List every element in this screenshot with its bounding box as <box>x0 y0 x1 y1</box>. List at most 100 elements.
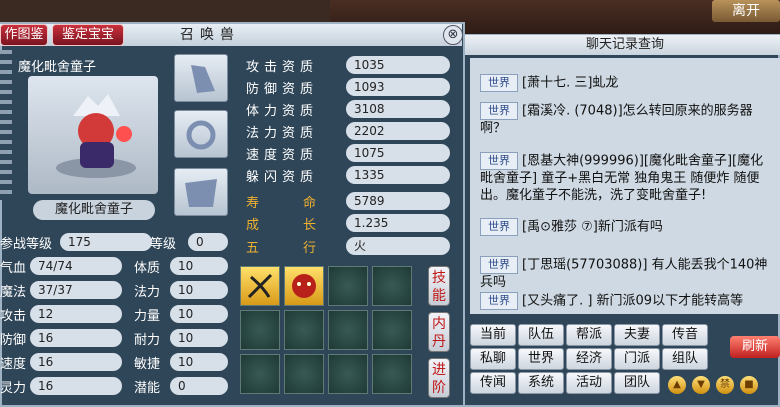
chat-message: 世界 [又头痛了. ] 新门派09以下才能转高等 <box>480 292 776 310</box>
stat-value-hp: 74/74 <box>30 257 122 275</box>
skill-slot-empty[interactable] <box>328 310 368 350</box>
stat-label-mp: 魔法 <box>0 285 27 300</box>
stat-value-mp: 37/37 <box>30 281 122 299</box>
stat-value-level: 0 <box>188 233 228 251</box>
channel-button-guild[interactable]: 帮派 <box>566 324 612 346</box>
attr-value-lifespan: 5789 <box>346 192 450 210</box>
stat-label-strength: 力量 <box>134 309 161 324</box>
tab-skills[interactable]: 技能 <box>428 266 450 306</box>
chat-log[interactable]: 世界 [萧十七. 三]虬龙 世界 [霜溪冷. (7048)]怎么转回原来的服务器啊？… <box>470 58 780 314</box>
channel-button-sect[interactable]: 门派 <box>614 348 660 370</box>
stat-value-endurance: 10 <box>170 329 228 347</box>
attr-label-defense: 防御资质 <box>246 82 319 97</box>
stat-value-spirit: 16 <box>30 377 122 395</box>
stat-label-constitution: 体质 <box>134 261 161 276</box>
channel-tag: 世界 <box>480 152 518 170</box>
channel-tag: 世界 <box>480 218 518 236</box>
exit-button[interactable]: 离开 <box>712 0 780 22</box>
chat-message-text: [萧十七. 三]虬龙 <box>522 75 619 91</box>
attr-label-element: 五行 <box>246 241 361 256</box>
scroll-down-icon[interactable]: ▼ <box>692 376 710 394</box>
decorative-border <box>0 50 12 200</box>
close-icon[interactable]: ⊗ <box>443 25 463 45</box>
chat-message-text: [禹⊙雅莎 ⑦]新门派有吗 <box>522 219 663 235</box>
attr-label-lifespan: 寿命 <box>246 196 361 211</box>
skill-slot-empty[interactable] <box>284 354 324 394</box>
skill-slot-empty[interactable] <box>328 266 368 306</box>
stat-label-attack: 攻击 <box>0 309 27 324</box>
channel-button-economy[interactable]: 经济 <box>566 348 612 370</box>
skill-slot-empty[interactable] <box>328 354 368 394</box>
stat-value-magic: 10 <box>170 281 228 299</box>
stat-label-endurance: 耐力 <box>134 333 161 348</box>
channel-button-activity[interactable]: 活动 <box>566 372 612 394</box>
tab-pet-encyclopedia[interactable]: 作图鉴 <box>0 24 48 46</box>
skill-grid <box>240 266 426 396</box>
channel-tag: 世界 <box>480 292 518 310</box>
channel-tag: 世界 <box>480 256 518 274</box>
stat-label-potential: 潜能 <box>134 381 161 396</box>
stat-label-defense: 防御 <box>0 333 27 348</box>
chat-message: 世界 [霜溪冷. (7048)]怎么转回原来的服务器啊？ <box>480 102 776 137</box>
stat-value-potential: 0 <box>170 377 228 395</box>
tab-advance[interactable]: 进阶 <box>428 358 450 398</box>
channel-button-party[interactable]: 组队 <box>662 348 708 370</box>
pet-name-heading: 魔化毗舍童子 <box>18 60 97 75</box>
pet-figure-icon <box>56 94 136 178</box>
channel-button-rumor[interactable]: 传闻 <box>470 372 516 394</box>
skill-slot-bow[interactable] <box>240 266 280 306</box>
channel-button-world[interactable]: 世界 <box>518 348 564 370</box>
attr-value-hp: 3108 <box>346 100 450 118</box>
equipment-slot-1[interactable] <box>174 54 228 102</box>
attr-label-attack: 攻击资质 <box>246 60 319 75</box>
tab-inner-core[interactable]: 内丹 <box>428 312 450 352</box>
chat-message-text: [丁思瑶(57703088)] 有人能丢我个140神兵吗 <box>480 257 768 291</box>
stat-value-attack: 12 <box>30 305 122 323</box>
stat-label-spirit: 灵力 <box>0 381 27 396</box>
channel-button-group[interactable]: 团队 <box>614 372 660 394</box>
attr-value-element: 火 <box>346 237 450 255</box>
equipment-slot-3[interactable] <box>174 168 228 216</box>
stat-value-constitution: 10 <box>170 257 228 275</box>
attr-value-speed: 1075 <box>346 144 450 162</box>
channel-tag: 世界 <box>480 102 518 120</box>
stat-label-agility: 敏捷 <box>134 357 161 372</box>
tab-appraise-pet[interactable]: 鉴定宝宝 <box>52 24 124 46</box>
chat-message-text: [恩基大神(999996)][魔化毗舍童子][魔化毗舍童子] 童子+黑白无常 独… <box>480 153 764 204</box>
equipment-slot-2[interactable] <box>174 110 228 158</box>
stat-value-speed: 16 <box>30 353 122 371</box>
channel-button-team[interactable]: 队伍 <box>518 324 564 346</box>
scroll-up-icon[interactable]: ▲ <box>668 376 686 394</box>
stat-value-agility: 10 <box>170 353 228 371</box>
refresh-button[interactable]: 刷新 <box>730 336 780 358</box>
attr-label-growth: 成长 <box>246 218 361 233</box>
attr-label-mana: 法力资质 <box>246 126 319 141</box>
chat-message: 世界 [恩基大神(999996)][魔化毗舍童子][魔化毗舍童子] 童子+黑白无常… <box>480 152 776 204</box>
ring-icon <box>186 120 216 150</box>
stat-label-level: 等级 <box>150 237 177 252</box>
pet-name-field[interactable]: 魔化毗舍童子 <box>33 200 155 220</box>
armor-icon <box>185 179 217 207</box>
skill-slot-empty[interactable] <box>372 354 412 394</box>
skill-slot-empty[interactable] <box>284 310 324 350</box>
attr-value-defense: 1093 <box>346 78 450 96</box>
clear-icon[interactable]: ■ <box>740 376 758 394</box>
skill-slot-empty[interactable] <box>240 310 280 350</box>
summon-title: 召唤兽 <box>180 27 240 43</box>
pet-portrait <box>28 76 158 194</box>
skill-slot-empty[interactable] <box>240 354 280 394</box>
channel-button-whisper[interactable]: 传音 <box>662 324 708 346</box>
channel-button-current[interactable]: 当前 <box>470 324 516 346</box>
stat-value-strength: 10 <box>170 305 228 323</box>
skill-slot-demon[interactable] <box>284 266 324 306</box>
block-icon[interactable]: 禁 <box>716 376 734 394</box>
channel-button-system[interactable]: 系统 <box>518 372 564 394</box>
channel-button-spouse[interactable]: 夫妻 <box>614 324 660 346</box>
chat-message: 世界 [丁思瑶(57703088)] 有人能丢我个140神兵吗 <box>480 256 776 291</box>
chat-message: 世界 [禹⊙雅莎 ⑦]新门派有吗 <box>480 218 776 236</box>
channel-button-private[interactable]: 私聊 <box>470 348 516 370</box>
attr-value-growth: 1.235 <box>346 214 450 232</box>
chat-message-text: [又头痛了. ] 新门派09以下才能转高等 <box>522 293 744 309</box>
skill-slot-empty[interactable] <box>372 310 412 350</box>
skill-slot-empty[interactable] <box>372 266 412 306</box>
